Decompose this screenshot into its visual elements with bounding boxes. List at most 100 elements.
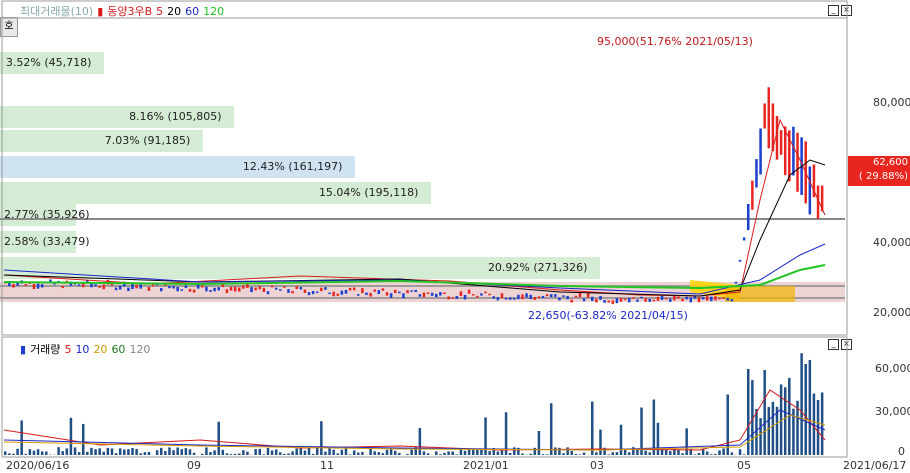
candle [172, 285, 175, 289]
volume-bar [320, 421, 323, 455]
volume-bar [164, 451, 167, 455]
candle [352, 287, 356, 291]
volume-bar [254, 449, 257, 455]
candle [373, 289, 376, 292]
volume-axis-label: 30,000 [875, 405, 910, 418]
volume-bar [90, 447, 93, 455]
candle [455, 296, 459, 299]
candle [229, 286, 233, 291]
candle [632, 297, 635, 299]
volume-bar [611, 452, 615, 455]
volume-bar [451, 451, 454, 455]
high-annotation: 95,000(51.76% 2021/05/13) [597, 35, 753, 48]
candle [274, 287, 278, 290]
candle [332, 291, 335, 297]
date-axis-label: 03 [590, 459, 604, 472]
candle [504, 298, 508, 300]
volume-bar [529, 453, 532, 455]
volume-bar [496, 451, 500, 455]
candle [693, 296, 697, 299]
candle [303, 289, 307, 293]
volume-bar [303, 450, 307, 455]
candle [463, 294, 467, 300]
volume-bar [361, 451, 364, 455]
candle [385, 292, 389, 296]
volume-bar [147, 451, 151, 455]
candle [545, 294, 549, 297]
volume-bar [328, 447, 331, 455]
volume-bar [299, 447, 303, 455]
candle [751, 180, 754, 210]
volume-bar [242, 450, 245, 455]
candle [369, 292, 372, 297]
volume-bar [664, 449, 668, 455]
volume-profile-label: 8.16% (105,805) [129, 110, 222, 123]
volume-bar [184, 448, 188, 455]
candle [49, 279, 52, 282]
volume-bar [418, 428, 422, 455]
volume-bar [123, 449, 126, 455]
candle [763, 103, 766, 129]
volume-bar [554, 447, 557, 455]
volume-bars [3, 353, 826, 455]
candle [447, 296, 450, 300]
volume-bar [393, 450, 397, 455]
volume-bar [488, 451, 491, 455]
candle [279, 289, 282, 291]
candle [521, 294, 524, 300]
candle [710, 296, 713, 302]
volume-bar [32, 450, 36, 455]
volume-bar [406, 453, 409, 455]
candle [513, 298, 516, 300]
volume-bar [623, 449, 627, 455]
volume-bar [348, 454, 352, 455]
candle [623, 298, 627, 301]
candle [406, 290, 409, 294]
volume-bar [549, 403, 553, 455]
candle [258, 286, 262, 290]
volume-bar [287, 453, 290, 455]
volume-bar [377, 452, 381, 455]
candle [480, 293, 483, 296]
candle [615, 298, 619, 304]
volume-bar [652, 399, 656, 455]
candle [24, 284, 28, 286]
candle [135, 284, 138, 289]
candle [562, 295, 565, 297]
price-axis-label: 20,000 [873, 306, 910, 319]
volume-bar [615, 452, 619, 455]
volume-bar [578, 454, 582, 455]
candle [36, 283, 40, 289]
volume-bar [94, 449, 97, 455]
volume-bar [738, 449, 742, 455]
candle [295, 286, 298, 290]
candle [315, 291, 319, 293]
candle [32, 283, 36, 290]
volume-bar [582, 452, 586, 455]
candle [357, 294, 360, 296]
candle [669, 298, 672, 302]
volume-bar [192, 452, 196, 455]
candle [792, 126, 795, 176]
candle [755, 159, 758, 188]
price-axis-label: 40,000 [873, 236, 910, 249]
candle [299, 287, 303, 290]
volume-bar [262, 454, 266, 455]
candle [262, 287, 266, 292]
volume-bar [40, 451, 44, 455]
candle [467, 289, 471, 294]
candle [254, 287, 257, 291]
candle [541, 296, 545, 299]
volume-bar [763, 370, 766, 455]
volume-bar [45, 451, 48, 455]
volume-bar [742, 454, 746, 455]
candle [673, 296, 676, 301]
volume-bar [759, 418, 762, 455]
date-axis-label: 2021/06/17 [843, 459, 907, 472]
candle [410, 290, 413, 292]
candle [722, 297, 725, 299]
candle [570, 299, 573, 303]
candle [40, 284, 44, 288]
candle [418, 294, 422, 297]
candle [242, 285, 245, 289]
